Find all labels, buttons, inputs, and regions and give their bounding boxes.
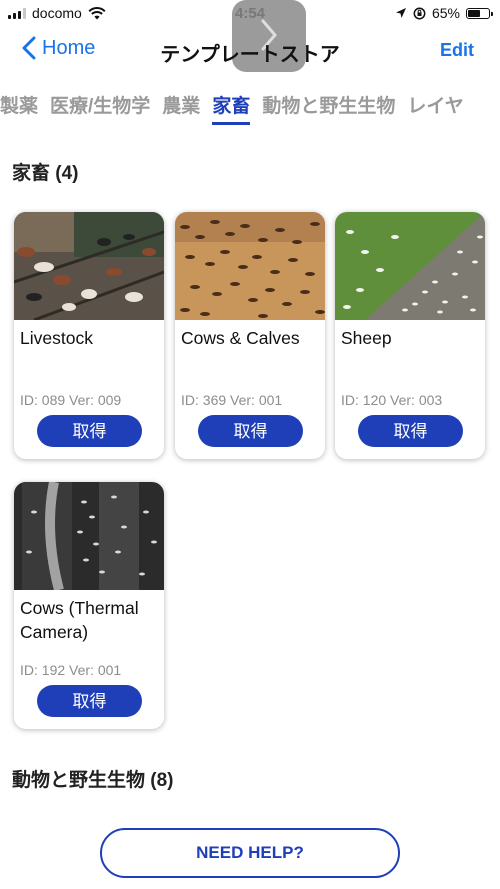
page-title: テンプレートストア: [160, 44, 340, 66]
template-name: Cows (Thermal Camera): [20, 598, 139, 642]
template-id-version: ID: 120 Ver: 003: [341, 392, 443, 408]
get-button[interactable]: 取得: [358, 415, 463, 447]
battery-level-fill: [468, 9, 481, 17]
template-name: Cows & Calves: [181, 328, 300, 348]
tab-livestock[interactable]: 家畜: [212, 92, 251, 125]
section-title-animals-wildlife: 動物と野生生物 (8): [12, 770, 174, 791]
edit-button[interactable]: Edit: [440, 40, 474, 61]
livestock-pen-photo: [14, 212, 164, 320]
section-title-livestock: 家畜 (4): [12, 163, 79, 184]
sheep-aerial-photo: [335, 212, 485, 320]
template-card-livestock[interactable]: Livestock ID: 089 Ver: 009 取得: [14, 212, 164, 459]
orientation-lock-icon: [413, 7, 426, 19]
template-card-cows-thermal[interactable]: Cows (Thermal Camera) ID: 192 Ver: 001 取…: [14, 482, 164, 729]
get-button[interactable]: 取得: [37, 415, 142, 447]
cows-aerial-photo: [175, 212, 325, 320]
template-id-version: ID: 369 Ver: 001: [181, 392, 283, 408]
battery-icon: [466, 7, 493, 19]
location-arrow-icon: [395, 8, 406, 18]
tab-medical-biology[interactable]: 医療/生物学: [50, 92, 150, 122]
tab-pharma[interactable]: 製薬: [0, 92, 38, 122]
template-id-version: ID: 089 Ver: 009: [20, 392, 122, 408]
template-id-version: ID: 192 Ver: 001: [20, 662, 122, 678]
template-name: Sheep: [341, 328, 392, 348]
tab-animals-wildlife[interactable]: 動物と野生生物: [262, 92, 395, 122]
template-card-sheep[interactable]: Sheep ID: 120 Ver: 003 取得: [335, 212, 485, 459]
template-name: Livestock: [20, 328, 93, 348]
category-tabs: 製薬 医療/生物学 農業 家畜 動物と野生生物 レイヤ: [0, 92, 500, 126]
template-card-cows-calves[interactable]: Cows & Calves ID: 369 Ver: 001 取得: [175, 212, 325, 459]
thermal-cows-photo: [14, 482, 164, 590]
get-button[interactable]: 取得: [37, 685, 142, 717]
battery-percent: 65%: [431, 5, 460, 21]
tab-agriculture[interactable]: 農業: [162, 92, 200, 122]
tab-layers[interactable]: レイヤ: [407, 92, 463, 122]
get-button[interactable]: 取得: [198, 415, 303, 447]
need-help-button[interactable]: NEED HELP?: [100, 828, 400, 878]
